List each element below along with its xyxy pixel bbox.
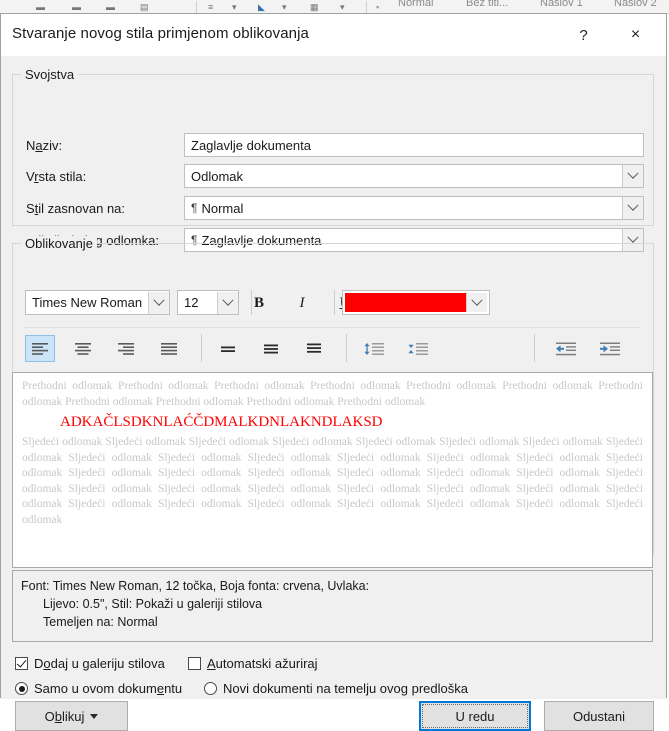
toolbar-separator-4: [346, 334, 347, 362]
style-description-box: Font: Times New Roman, 12 točka, Boja fo…: [12, 570, 653, 642]
format-button-label: Oblikuj: [44, 708, 85, 724]
font-color-picker[interactable]: [342, 290, 490, 315]
new-documents-radio[interactable]: Novi dokumenti na temelju ovog predloška: [204, 681, 468, 696]
ribbon-style-normal[interactable]: Normal: [398, 0, 433, 9]
based-on-dropdown[interactable]: ¶ Normal: [184, 196, 644, 220]
name-label: Naziv:: [26, 138, 63, 153]
format-button[interactable]: Oblikuj: [15, 701, 128, 731]
align-right-button[interactable]: [111, 335, 141, 362]
ribbon-glyph-1: ▬: [36, 2, 45, 12]
preview-previous-paragraph: Prethodni odlomak Prethodni odlomak Pret…: [22, 380, 643, 408]
based-on-value-wrap: ¶ Normal: [185, 201, 622, 216]
line-spacing-1-5-button[interactable]: [256, 335, 286, 362]
align-justify-button[interactable]: [154, 335, 184, 362]
caret-down-icon: [90, 713, 99, 719]
increase-indent-button[interactable]: [593, 335, 627, 362]
style-type-value: Odlomak: [191, 168, 244, 184]
line-spacing-double-button[interactable]: [299, 335, 329, 362]
auto-update-label: Automatski ažuriraj: [207, 656, 318, 671]
focus-ring: [422, 704, 528, 728]
cancel-button-label: Odustani: [572, 708, 626, 724]
checkbox-icon[interactable]: [15, 657, 28, 670]
properties-group-label: Svojstva: [21, 67, 79, 82]
chevron-down-icon[interactable]: [148, 291, 169, 314]
toolbar-separator-5: [534, 334, 535, 362]
add-to-gallery-checkbox[interactable]: Dodaj u galeriju stilova: [15, 656, 165, 671]
formatting-divider: [25, 327, 640, 328]
ribbon-separator-1: [196, 1, 197, 13]
font-family-dropdown[interactable]: Times New Roman: [25, 290, 170, 315]
ok-button[interactable]: U redu: [419, 701, 531, 731]
ribbon-glyph-9: ▦: [310, 2, 319, 12]
line-spacing-single-button[interactable]: [213, 335, 243, 362]
cancel-button[interactable]: Odustani: [544, 701, 654, 731]
ribbon-glyph-2: ▬: [72, 2, 81, 12]
close-icon[interactable]: ×: [613, 18, 658, 52]
font-size-dropdown[interactable]: 12: [177, 290, 239, 315]
radio-icon[interactable]: [15, 682, 28, 695]
word-ribbon-strip: ▬ ▬ ▬ ▤ ≡ ▾ ◣ ▾ ▦ ▾ ▪ Normal Bez titl...…: [0, 0, 669, 14]
ribbon-separator-2: [366, 1, 367, 13]
decrease-indent-button[interactable]: [549, 335, 583, 362]
add-to-gallery-label: Dodaj u galeriju stilova: [34, 656, 165, 671]
ribbon-glyph-4: ▤: [140, 2, 149, 12]
ribbon-glyph-8: ▾: [282, 2, 287, 12]
preview-sample-text: ADKAČLSDKNLAĆČDMALKDNLAKNDLAKSD: [60, 414, 383, 431]
new-documents-label: Novi dokumenti na temelju ovog predloška: [223, 681, 468, 696]
auto-update-checkbox[interactable]: Automatski ažuriraj: [188, 656, 318, 671]
increase-paragraph-spacing-button[interactable]: [357, 335, 391, 362]
font-color-swatch[interactable]: [345, 293, 466, 312]
style-preview-pane: Prethodni odlomak Prethodni odlomak Pret…: [12, 372, 653, 568]
font-family-value: Times New Roman: [32, 295, 143, 310]
description-line-2: Lijevo: 0.5", Stil: Pokaži u galeriji st…: [43, 597, 263, 612]
style-name-input[interactable]: Zaglavlje dokumenta: [184, 133, 644, 157]
dialog-title: Stvaranje novog stila primjenom oblikova…: [12, 25, 309, 42]
align-center-button[interactable]: [68, 335, 98, 362]
ribbon-style-heading-1[interactable]: Naslov 1: [540, 0, 583, 9]
ribbon-glyph-10: ▾: [340, 2, 345, 12]
only-this-document-radio[interactable]: Samo u ovom dokumentu: [15, 681, 182, 696]
chevron-down-icon[interactable]: [622, 165, 643, 187]
ribbon-style-no-title[interactable]: Bez titl...: [466, 0, 508, 9]
ribbon-style-swatch: ▪: [376, 2, 380, 12]
dialog-titlebar[interactable]: Stvaranje novog stila primjenom oblikova…: [1, 14, 666, 56]
toolbar-separator-3: [201, 334, 202, 362]
ribbon-glyph-3: ▬: [106, 2, 115, 12]
style-type-label: Vrsta stila:: [26, 169, 87, 184]
based-on-value: Normal: [201, 200, 244, 216]
checkbox-icon[interactable]: [188, 657, 201, 670]
ribbon-style-heading-2[interactable]: Naslov 2: [614, 0, 657, 9]
formatting-group-label: Oblikovanje: [21, 236, 97, 251]
decrease-paragraph-spacing-button[interactable]: [401, 335, 435, 362]
description-line-1: Font: Times New Roman, 12 točka, Boja fo…: [21, 579, 370, 593]
description-line-3: Temeljen na: Normal: [43, 615, 158, 630]
pilcrow-icon: ¶: [191, 201, 198, 215]
align-left-button[interactable]: [25, 335, 55, 362]
radio-icon[interactable]: [204, 682, 217, 695]
font-size-value: 12: [184, 295, 199, 310]
toolbar-separator-2: [334, 290, 335, 315]
ribbon-glyph-5: ≡: [208, 2, 214, 12]
only-this-document-label: Samo u ovom dokumentu: [34, 681, 183, 696]
ribbon-glyph-7: ◣: [258, 2, 265, 12]
dialog-body: Svojstva Naziv: Zaglavlje dokumenta Vrst…: [1, 56, 666, 731]
based-on-label: Stil zasnovan na:: [26, 201, 126, 216]
style-name-value: Zaglavlje dokumenta: [191, 137, 311, 153]
preview-following-paragraph: Sljedeći odlomak Sljedeći odlomak Sljede…: [22, 436, 643, 526]
help-button[interactable]: ?: [561, 18, 606, 52]
create-new-style-dialog: Stvaranje novog stila primjenom oblikova…: [0, 13, 667, 731]
style-type-dropdown[interactable]: Odlomak: [184, 164, 644, 188]
chevron-down-icon[interactable]: [466, 293, 487, 312]
ribbon-glyph-6: ▾: [232, 2, 237, 12]
chevron-down-icon[interactable]: [622, 197, 643, 219]
